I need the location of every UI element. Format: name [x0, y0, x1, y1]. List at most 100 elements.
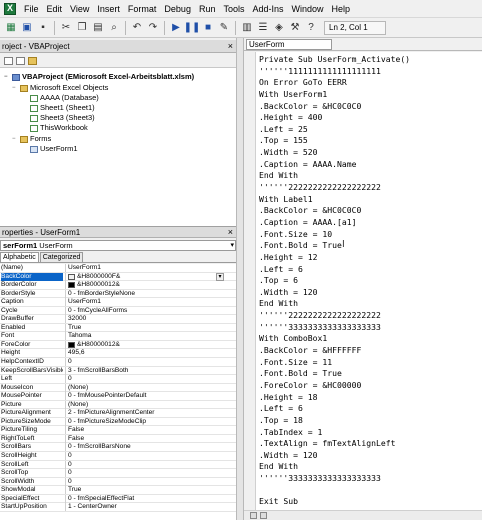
- property-value[interactable]: UserForm1: [65, 264, 215, 272]
- code-line[interactable]: End With: [259, 170, 479, 182]
- property-value[interactable]: 0 - fmPictureSizeModeClip: [65, 417, 215, 426]
- chevron-down-icon[interactable]: ▾: [216, 272, 224, 281]
- property-value[interactable]: 0: [65, 358, 215, 367]
- code-line[interactable]: ''''''1111111111111111111: [259, 66, 479, 78]
- property-value[interactable]: 1 - CenterOwner: [65, 503, 215, 512]
- code-line[interactable]: .Font.Size = 10: [259, 229, 479, 241]
- menu-debug[interactable]: Debug: [160, 0, 195, 18]
- property-name[interactable]: MousePointer: [1, 392, 63, 400]
- tree-item[interactable]: − Forms: [12, 134, 51, 144]
- code-margin[interactable]: [244, 52, 256, 510]
- property-name[interactable]: BorderStyle: [1, 290, 63, 298]
- code-line[interactable]: .BackColor = &HFFFFFF: [259, 345, 479, 357]
- property-row[interactable]: Left 0: [0, 375, 236, 384]
- property-value[interactable]: &H8000000F&: [65, 272, 215, 281]
- help-icon[interactable]: ?: [304, 21, 318, 35]
- code-line[interactable]: .Width = 120: [259, 450, 479, 462]
- property-name[interactable]: KeepScrollBarsVisible: [1, 367, 63, 375]
- menu-edit[interactable]: Edit: [43, 0, 67, 18]
- property-name[interactable]: ForeColor: [1, 341, 63, 349]
- tab-alphabetic[interactable]: Alphabetic: [0, 252, 39, 262]
- property-name[interactable]: Height: [1, 349, 63, 357]
- menu-window[interactable]: Window: [288, 0, 328, 18]
- view-object-icon[interactable]: [16, 56, 25, 65]
- insert-userform-icon[interactable]: ▣: [20, 21, 34, 35]
- menu-format[interactable]: Format: [124, 0, 161, 18]
- property-value[interactable]: 495,6: [65, 349, 215, 358]
- property-row[interactable]: BackColor &H8000000F& ▾: [0, 272, 236, 282]
- property-value[interactable]: &H80000012&: [65, 340, 215, 349]
- code-line[interactable]: .Left = 6: [259, 403, 479, 415]
- property-value[interactable]: 2 - fmPictureAlignmentCenter: [65, 409, 215, 418]
- menu-tools[interactable]: Tools: [219, 0, 248, 18]
- property-name[interactable]: ScrollBars: [1, 443, 63, 451]
- property-value[interactable]: (None): [65, 400, 215, 409]
- property-row[interactable]: MousePointer 0 - fmMousePointerDefault: [0, 392, 236, 401]
- menu-add-ins[interactable]: Add-Ins: [248, 0, 287, 18]
- code-line[interactable]: .Font.Bold = True: [259, 368, 479, 380]
- code-line[interactable]: With ComboBox1: [259, 333, 479, 345]
- code-line[interactable]: .Width = 520: [259, 147, 479, 159]
- menu-help[interactable]: Help: [328, 0, 355, 18]
- project-explorer-icon[interactable]: ▥: [240, 21, 254, 35]
- property-name[interactable]: Caption: [1, 298, 63, 306]
- save-icon[interactable]: ▪: [36, 21, 50, 35]
- reset-icon[interactable]: ■: [201, 21, 215, 35]
- property-row[interactable]: MouseIcon (None): [0, 383, 236, 393]
- property-name[interactable]: ScrollLeft: [1, 461, 63, 469]
- code-line[interactable]: .Top = 18: [259, 415, 479, 427]
- tab-categorized[interactable]: Categorized: [39, 252, 84, 262]
- property-name[interactable]: DrawBuffer: [1, 315, 63, 323]
- property-value[interactable]: True: [65, 323, 215, 332]
- code-line[interactable]: ''''''2222222222222222222: [259, 182, 479, 194]
- property-row[interactable]: Picture (None): [0, 400, 236, 410]
- copy-icon[interactable]: ❐: [75, 21, 89, 35]
- property-row[interactable]: RightToLeft False: [0, 434, 236, 444]
- property-value[interactable]: 32000: [65, 315, 215, 324]
- expand-toggle-icon[interactable]: −: [12, 83, 18, 93]
- property-value[interactable]: (None): [65, 383, 215, 392]
- property-value[interactable]: Tahoma: [65, 332, 215, 341]
- close-icon[interactable]: ×: [228, 227, 233, 238]
- property-row[interactable]: ScrollTop 0: [0, 469, 236, 478]
- code-line[interactable]: .Width = 120: [259, 287, 479, 299]
- menu-insert[interactable]: Insert: [93, 0, 124, 18]
- property-row[interactable]: SpecialEffect 0 - fmSpecialEffectFlat: [0, 494, 236, 504]
- property-value[interactable]: True: [65, 486, 215, 495]
- property-row[interactable]: ScrollWidth 0: [0, 477, 236, 487]
- view-code-icon[interactable]: [4, 56, 13, 65]
- code-line[interactable]: .Caption = AAAA.[a1]: [259, 217, 479, 229]
- code-line[interactable]: ''''''3333333333333333333: [259, 322, 479, 334]
- code-line[interactable]: ''''''3333333333333333333: [259, 473, 479, 485]
- excel-app-icon[interactable]: [4, 2, 16, 15]
- property-row[interactable]: (Name) UserForm1: [0, 264, 236, 273]
- design-mode-icon[interactable]: ✎: [217, 21, 231, 35]
- property-name[interactable]: BackColor: [1, 272, 63, 281]
- properties-object-dropdown[interactable]: serForm1 UserForm ▾: [0, 240, 236, 251]
- code-line[interactable]: .Font.Size = 11: [259, 357, 479, 369]
- code-line[interactable]: .BackColor = &HC0C0C0: [259, 101, 479, 113]
- property-name[interactable]: Picture: [1, 401, 63, 409]
- property-row[interactable]: Height 495,6: [0, 349, 236, 359]
- property-name[interactable]: PictureAlignment: [1, 409, 63, 417]
- property-row[interactable]: PictureSizeMode 0 - fmPictureSizeModeClip: [0, 417, 236, 427]
- property-value[interactable]: 0 - fmSpecialEffectFlat: [65, 494, 215, 503]
- toolbox-icon[interactable]: ⚒: [288, 21, 302, 35]
- property-row[interactable]: KeepScrollBarsVisible 3 - fmScrollBarsBot…: [0, 366, 236, 376]
- property-row[interactable]: ScrollBars 0 - fmScrollBarsNone: [0, 443, 236, 453]
- property-row[interactable]: DrawBuffer 32000: [0, 315, 236, 324]
- property-row[interactable]: Cycle 0 - fmCycleAllForms: [0, 306, 236, 316]
- property-name[interactable]: SpecialEffect: [1, 495, 63, 503]
- code-horizontal-scrollbar[interactable]: [244, 510, 482, 520]
- property-row[interactable]: Caption UserForm1: [0, 298, 236, 307]
- find-icon[interactable]: ⌕: [107, 21, 121, 35]
- redo-icon[interactable]: ↷: [146, 21, 160, 35]
- code-line[interactable]: .TabIndex = 1: [259, 427, 479, 439]
- property-row[interactable]: Enabled True: [0, 323, 236, 333]
- cut-icon[interactable]: ✂: [59, 21, 73, 35]
- property-row[interactable]: HelpContextID 0: [0, 358, 236, 367]
- property-value[interactable]: 0 - fmScrollBarsNone: [65, 443, 215, 452]
- tree-item[interactable]: UserForm1: [22, 144, 78, 154]
- property-value[interactable]: 0 - fmBorderStyleNone: [65, 289, 215, 298]
- property-row[interactable]: ScrollHeight 0: [0, 452, 236, 461]
